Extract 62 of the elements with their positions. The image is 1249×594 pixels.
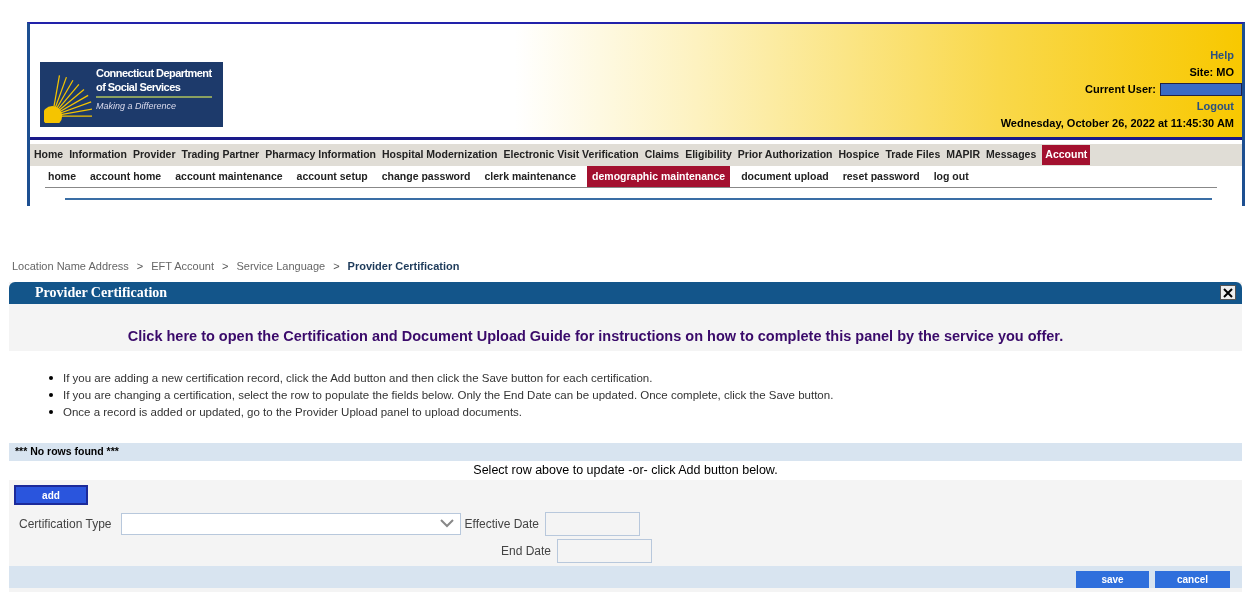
submenu-item[interactable]: change password	[378, 168, 474, 185]
add-button[interactable]: add	[14, 485, 88, 505]
menu-item[interactable]: Trading Partner	[181, 147, 260, 163]
bullet-icon	[49, 376, 53, 380]
menu-item[interactable]: Prior Authorization	[737, 147, 833, 163]
bullet-icon	[49, 410, 53, 414]
help-link[interactable]: Help	[1210, 47, 1234, 64]
submenu-item[interactable]: document upload	[738, 168, 832, 185]
breadcrumb-link[interactable]: Location Name Address	[12, 258, 129, 275]
logo-title: Connecticut Department	[96, 66, 212, 80]
no-rows-text: *** No rows found ***	[15, 443, 119, 459]
site-label: Site: MO	[1189, 65, 1234, 80]
end-date-field[interactable]	[557, 538, 652, 563]
menu-item[interactable]: Information	[69, 147, 127, 163]
menu-item[interactable]: Electronic Visit Verification	[503, 147, 639, 163]
date-time: Wednesday, October 26, 2022 at 11:45:30 AM	[1000, 116, 1234, 131]
menu-item[interactable]: Eligibility	[685, 147, 732, 163]
submenu-item[interactable]: account setup	[293, 168, 371, 185]
logout-link[interactable]: Logout	[1196, 98, 1234, 115]
instruction-text: If you are changing a certification, select the row to populate the fields below. Only the End Date can be updated. Once complete, click the Save button.	[63, 387, 834, 403]
cancel-button[interactable]: cancel	[1155, 570, 1230, 588]
breadcrumb-separator: >	[333, 259, 340, 274]
instruction-text: Once a record is added or updated, go to the Provider Upload panel to upload documents.	[63, 404, 523, 420]
breadcrumb-separator: >	[136, 259, 144, 274]
submenu-item[interactable]: log out	[930, 168, 972, 185]
submenu-item[interactable]: home	[45, 168, 79, 185]
logo-tagline: Making a Difference	[96, 100, 178, 113]
menu-item[interactable]: Claims	[644, 147, 680, 163]
certification-type-select[interactable]	[121, 512, 461, 535]
menu-item[interactable]: Hospital Modernization	[382, 147, 498, 163]
save-button[interactable]: save	[1076, 570, 1149, 588]
effective-date-label: Effective Date	[463, 515, 540, 533]
guide-link[interactable]: Click here to open the Certification and Document Upload Guide for instructions on how to complete this panel by the service you offer.	[127, 325, 1064, 348]
breadcrumb-link[interactable]: EFT Account	[151, 258, 214, 275]
breadcrumb-current-page: Provider Certification	[347, 259, 460, 274]
submenu-item[interactable]: account maintenance	[172, 168, 286, 185]
submenu-item[interactable]: reset password	[839, 168, 923, 185]
menu-item[interactable]: Home	[34, 147, 64, 163]
close-button[interactable]	[1220, 285, 1236, 300]
submenu-item[interactable]: account home	[87, 168, 165, 185]
panel-title: Provider Certification	[35, 284, 168, 302]
close-icon	[1223, 287, 1233, 298]
menu-item[interactable]: Hospice	[838, 147, 880, 163]
submenu-item[interactable]: demographic maintenance	[587, 165, 731, 188]
end-date-label: End Date	[499, 542, 552, 560]
bullet-icon	[49, 393, 53, 397]
certification-type-label: Certification Type	[19, 515, 113, 533]
instruction-text: If you are adding a new certification record, click the Add button and then click the Save button for each certification.	[63, 370, 653, 386]
select-hint: Select row above to update -or- click Add button below.	[473, 461, 778, 479]
menu-item[interactable]: Account	[1042, 145, 1091, 165]
breadcrumb-link[interactable]: Service Language	[236, 258, 326, 275]
submenu-item[interactable]: clerk maintenance	[481, 168, 580, 185]
menu-item[interactable]: Trade Files	[885, 147, 941, 163]
menu-item[interactable]: Pharmacy Information	[265, 147, 377, 163]
effective-date-field[interactable]	[545, 511, 640, 536]
current-user-label: Current User:	[1085, 82, 1156, 97]
logo-subtitle: of Social Services	[96, 80, 212, 98]
menu-item[interactable]: Provider	[132, 147, 176, 163]
breadcrumb-separator: >	[222, 259, 229, 274]
menu-item[interactable]: MAPIR	[946, 147, 981, 163]
chevron-down-icon	[440, 519, 454, 528]
menu-item[interactable]: Messages	[986, 147, 1037, 163]
